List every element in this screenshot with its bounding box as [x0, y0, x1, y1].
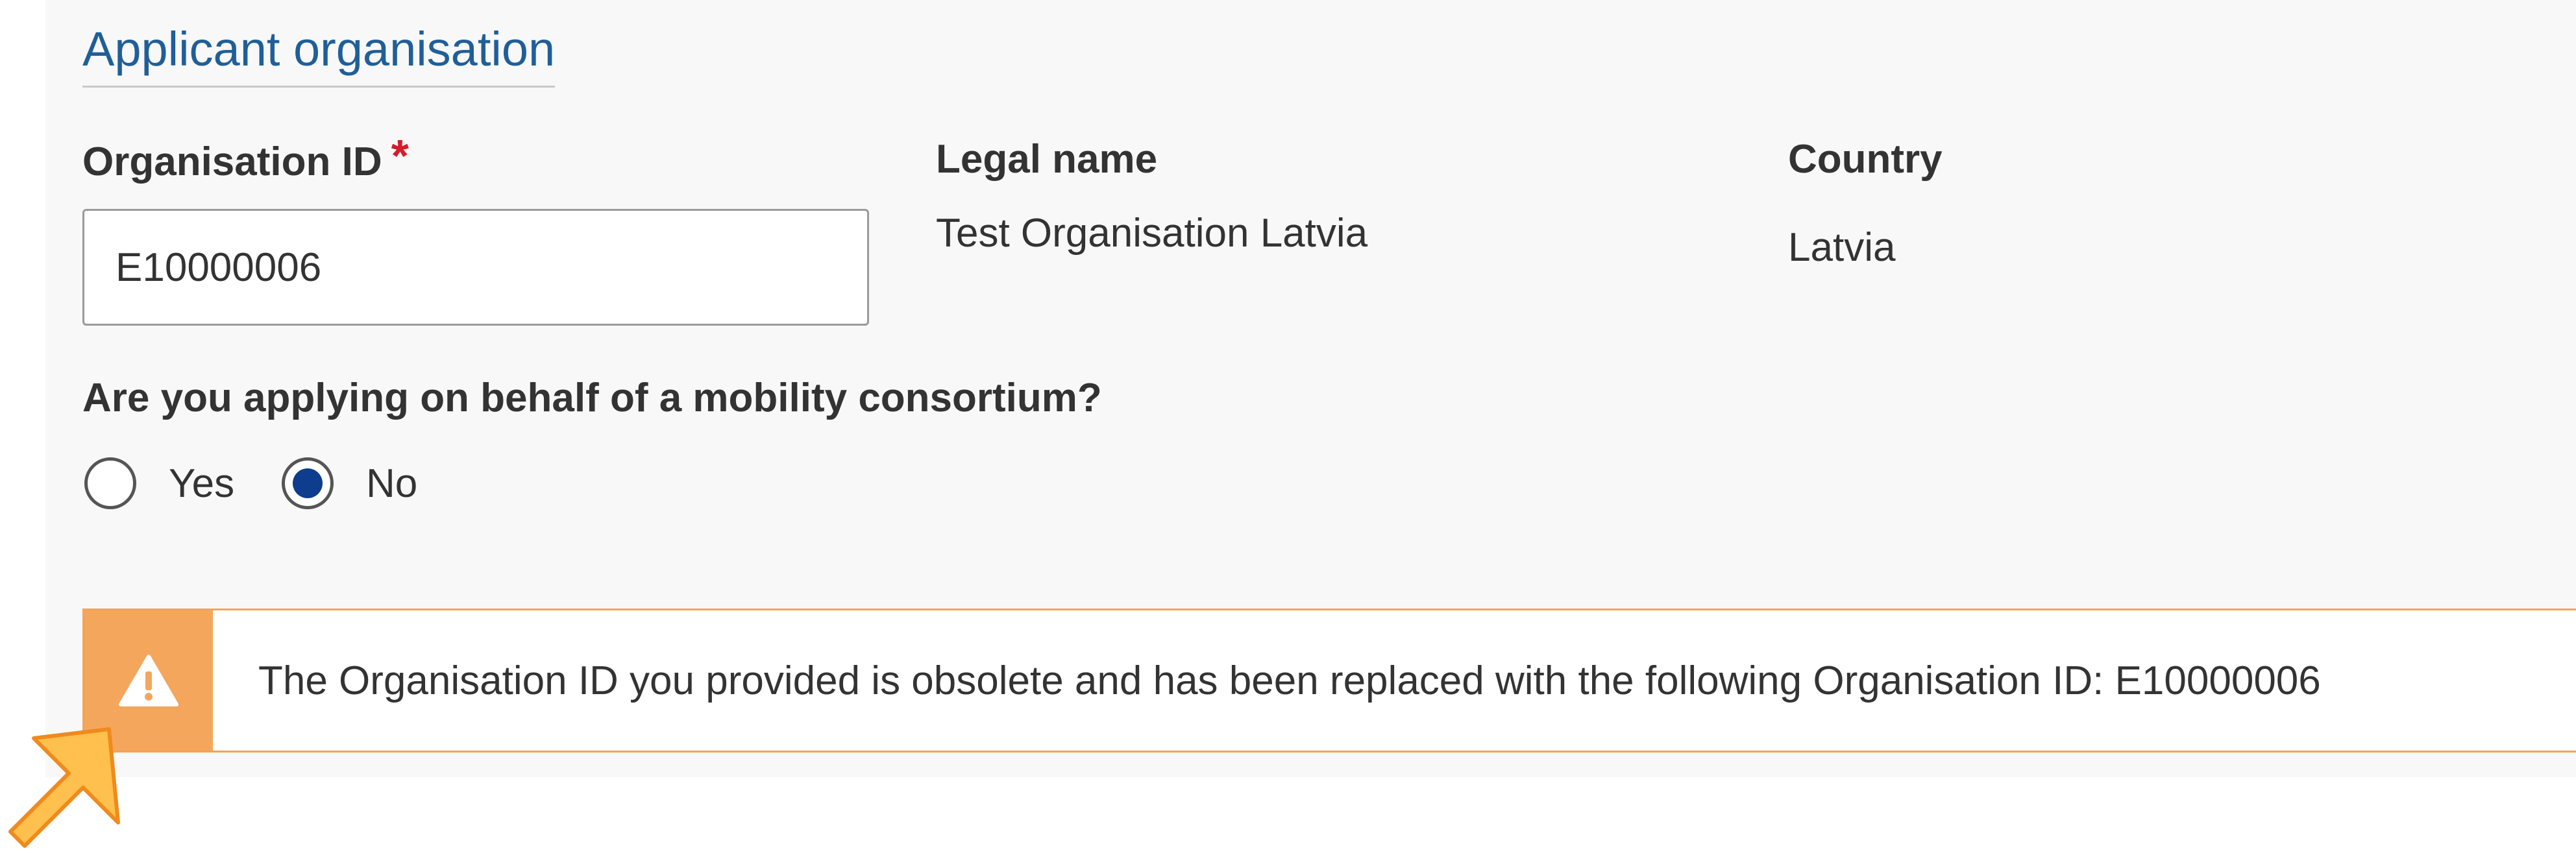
section-title: Applicant organisation — [82, 21, 556, 88]
legal-name-label: Legal name — [936, 137, 1158, 182]
required-marker: * — [391, 130, 409, 181]
radio-no-label[interactable]: No — [366, 461, 417, 507]
alert-message: The Organisation ID you provided is obso… — [258, 658, 2321, 703]
radio-selected-dot — [293, 468, 323, 498]
pointer-arrow-icon — [8, 727, 120, 848]
organisation-id-label: Organisation ID * — [82, 131, 409, 187]
organisation-id-label-text: Organisation ID — [82, 139, 382, 184]
radio-no[interactable] — [282, 457, 334, 509]
country-label: Country — [1788, 137, 1943, 182]
organisation-id-input[interactable] — [82, 209, 869, 326]
radio-yes-label[interactable]: Yes — [169, 461, 234, 507]
country-value: Latvia — [1788, 225, 1896, 270]
legal-name-value: Test Organisation Latvia — [936, 211, 1368, 256]
radio-yes[interactable] — [84, 457, 136, 509]
radio-option-yes[interactable]: Yes — [84, 454, 234, 512]
radio-option-no[interactable]: No — [282, 454, 417, 512]
warning-triangle-icon — [119, 655, 178, 706]
warning-alert: The Organisation ID you provided is obso… — [82, 608, 2576, 753]
consortium-question: Are you applying on behalf of a mobility… — [82, 376, 1102, 420]
